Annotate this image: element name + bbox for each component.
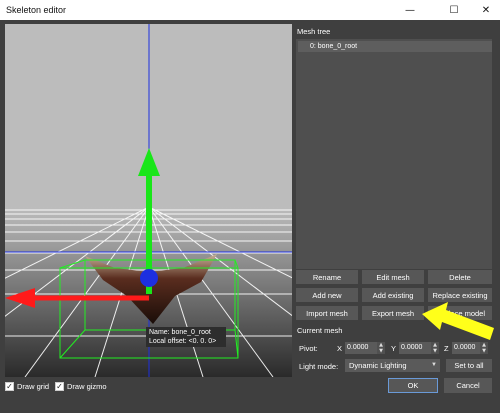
draw-gizmo-label: Draw gizmo — [67, 382, 107, 391]
set-to-all-button[interactable]: Set to all — [446, 359, 492, 372]
pivot-label: Pivot: — [299, 344, 318, 353]
draw-grid-label: Draw grid — [17, 382, 50, 391]
ok-button[interactable]: OK — [388, 378, 438, 393]
current-mesh-label: Current mesh — [297, 326, 343, 335]
gizmo-y-arrowhead — [138, 148, 160, 176]
export-mesh-button[interactable]: Export mesh — [362, 306, 424, 320]
minimize-button[interactable]: — — [392, 0, 428, 20]
pivot-x-input[interactable]: 0.0000 — [345, 342, 377, 354]
pivot-x-spinner[interactable]: ▲ ▼ — [377, 342, 385, 354]
gizmo-z-handle — [140, 269, 158, 287]
delete-button[interactable]: Delete — [428, 270, 492, 284]
maximize-button[interactable]: ☐ — [436, 0, 472, 20]
draw-gizmo-checkbox[interactable]: ✓ — [55, 382, 64, 391]
annotation-arrow-icon — [422, 302, 494, 340]
3d-viewport[interactable] — [5, 24, 292, 377]
tooltip-offset: Local offset: <0. 0. 0> — [149, 338, 217, 345]
import-mesh-button[interactable]: Import mesh — [296, 306, 358, 320]
edit-mesh-button[interactable]: Edit mesh — [362, 270, 424, 284]
pivot-x-label: X — [337, 344, 343, 353]
scene-canvas — [5, 24, 292, 377]
bone-tooltip: Name: bone_0_root Local offset: <0. 0. 0… — [146, 327, 226, 347]
chevron-down-icon: ▼ — [431, 362, 437, 368]
mesh-tree-label: Mesh tree — [297, 27, 331, 36]
light-mode-value: Dynamic Lighting — [349, 361, 407, 370]
tooltip-name: Name: bone_0_root — [149, 329, 211, 336]
tree-item-bone-0-root[interactable]: 0: bone_0_root — [298, 41, 492, 52]
close-button[interactable]: ✕ — [468, 0, 500, 20]
light-mode-label: Light mode: — [299, 362, 339, 371]
draw-grid-checkbox[interactable]: ✓ — [5, 382, 14, 391]
light-mode-select[interactable]: Dynamic Lighting ▼ — [345, 359, 440, 372]
cancel-button[interactable]: Cancel — [444, 378, 492, 393]
mesh-tree[interactable] — [296, 39, 492, 269]
window-title: Skeleton editor — [6, 5, 67, 15]
add-existing-button[interactable]: Add existing — [362, 288, 424, 302]
add-new-button[interactable]: Add new — [296, 288, 358, 302]
pivot-y-label: Y — [391, 344, 397, 353]
title-bar: Skeleton editor — ☐ ✕ — [0, 0, 500, 20]
rename-button[interactable]: Rename — [296, 270, 358, 284]
